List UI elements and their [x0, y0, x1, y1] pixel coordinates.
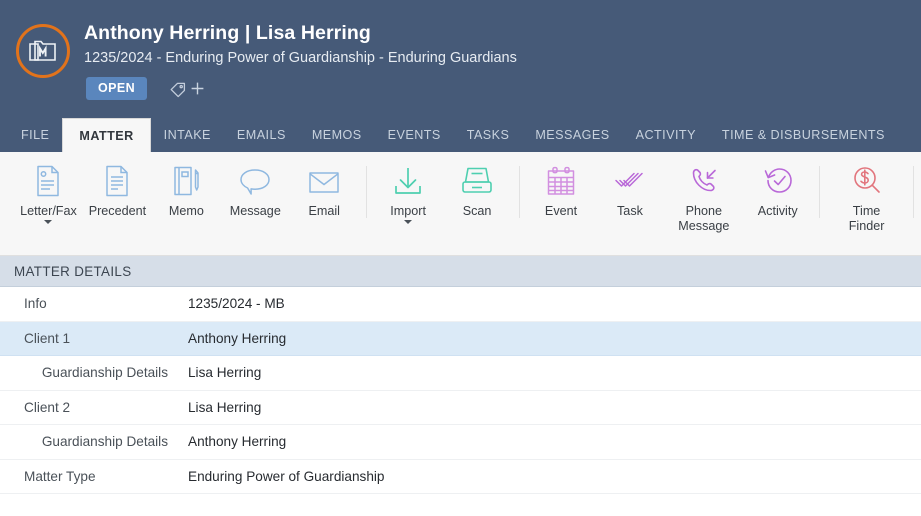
scan-label: Scan	[462, 204, 492, 218]
phone-message-button[interactable]: Phone Message	[664, 152, 743, 234]
memo-button[interactable]: Memo	[152, 152, 221, 219]
phone-message-label: Phone Message	[678, 204, 730, 233]
letter-fax-icon	[33, 162, 63, 200]
table-row[interactable]: Matter Type Enduring Power of Guardiansh…	[0, 460, 921, 494]
tab-messages[interactable]: MESSAGES	[522, 118, 622, 152]
toolbar-separator	[819, 166, 821, 218]
matter-details-list: Info 1235/2024 - MB Client 1 Anthony Her…	[0, 287, 921, 494]
row-value: Anthony Herring	[188, 434, 287, 450]
email-label: Email	[308, 204, 340, 218]
matter-subtitle: 1235/2024 - Enduring Power of Guardiansh…	[84, 50, 517, 66]
task-checkmarks-icon	[613, 162, 647, 200]
time-finder-button[interactable]: Time Finder	[827, 152, 906, 234]
message-label: Message	[229, 204, 281, 218]
import-button[interactable]: Import	[374, 152, 443, 224]
table-row[interactable]: Guardianship Details Anthony Herring	[0, 425, 921, 460]
row-label: Client 1	[24, 330, 71, 346]
phone-incoming-call-icon	[688, 162, 720, 200]
matter-header: Anthony Herring | Lisa Herring 1235/2024…	[0, 0, 921, 118]
table-row[interactable]: Guardianship Details Lisa Herring	[0, 356, 921, 391]
toolbar-separator	[912, 166, 914, 218]
activity-clock-check-icon	[762, 162, 794, 200]
row-value: Enduring Power of Guardianship	[188, 468, 385, 484]
import-label: Import	[390, 204, 426, 218]
task-label: Task	[617, 204, 643, 218]
letter-fax-label: Letter/Fax	[20, 204, 77, 218]
row-value: Lisa Herring	[188, 399, 262, 415]
activity-label: Activity	[757, 204, 798, 218]
row-value: Lisa Herring	[188, 365, 262, 381]
tab-intake[interactable]: INTAKE	[151, 118, 224, 152]
letter-fax-dropdown-caret[interactable]	[44, 220, 53, 224]
memo-label: Memo	[168, 204, 204, 218]
scan-button[interactable]: Scan	[443, 152, 512, 219]
precedent-document-icon	[102, 162, 132, 200]
status-badge[interactable]: OPEN	[86, 77, 148, 100]
import-dropdown-caret[interactable]	[404, 220, 413, 224]
precedent-label: Precedent	[88, 204, 147, 218]
row-label: Info	[24, 296, 47, 312]
task-button[interactable]: Task	[596, 152, 665, 219]
message-button[interactable]: Message	[221, 152, 290, 219]
tab-events[interactable]: EVENTS	[375, 118, 454, 152]
memo-notebook-pencil-icon	[171, 162, 201, 200]
email-envelope-icon	[307, 162, 341, 200]
table-row[interactable]: Info 1235/2024 - MB	[0, 287, 921, 322]
tab-emails[interactable]: EMAILS	[224, 118, 299, 152]
activity-button[interactable]: Activity	[743, 152, 812, 219]
toolbar-separator	[518, 166, 520, 218]
main-tab-bar: FILE MATTER INTAKE EMAILS MEMOS EVENTS T…	[0, 118, 921, 152]
tab-time-and-disbursements[interactable]: TIME & DISBURSEMENTS	[709, 118, 898, 152]
toolbar-separator	[365, 166, 367, 218]
matter-window: Anthony Herring | Lisa Herring 1235/2024…	[0, 0, 921, 516]
tab-activity[interactable]: ACTIVITY	[623, 118, 709, 152]
row-label: Guardianship Details	[41, 365, 168, 381]
tab-file[interactable]: FILE	[8, 118, 62, 152]
row-value: 1235/2024 - MB	[188, 296, 285, 312]
row-label: Guardianship Details	[41, 434, 168, 450]
tab-memos[interactable]: MEMOS	[299, 118, 375, 152]
matter-header-text: Anthony Herring | Lisa Herring 1235/2024…	[84, 20, 911, 69]
time-finder-dollar-magnifier-icon	[851, 162, 883, 200]
scanner-icon	[460, 162, 494, 200]
table-row[interactable]: Client 2 Lisa Herring	[0, 391, 921, 425]
row-label: Matter Type	[24, 468, 96, 484]
tag-controls	[169, 80, 206, 98]
action-toolbar: Letter/Fax Precedent Memo Message Email …	[0, 152, 921, 256]
matter-details-section-header: MATTER DETAILS	[0, 256, 921, 287]
time-finder-label: Time Finder	[848, 204, 885, 233]
add-tag-icon[interactable]	[189, 80, 206, 97]
event-label: Event	[544, 204, 578, 218]
event-button[interactable]: Event	[527, 152, 596, 219]
matter-badge-row: OPEN	[86, 77, 206, 100]
email-button[interactable]: Email	[290, 152, 359, 219]
message-speech-bubble-icon	[238, 162, 272, 200]
import-download-arrow-icon	[392, 162, 424, 200]
tab-matter[interactable]: MATTER	[62, 118, 151, 152]
row-value: Anthony Herring	[188, 330, 287, 346]
matter-folder-m-icon	[16, 24, 70, 78]
tag-icon[interactable]	[169, 80, 187, 98]
table-row[interactable]: Client 1 Anthony Herring	[0, 321, 921, 356]
letter-fax-button[interactable]: Letter/Fax	[14, 152, 83, 224]
tab-tasks[interactable]: TASKS	[454, 118, 523, 152]
precedent-button[interactable]: Precedent	[83, 152, 152, 219]
calendar-event-icon	[545, 162, 577, 200]
page-title: Anthony Herring | Lisa Herring	[84, 22, 371, 44]
row-label: Client 2	[24, 399, 71, 415]
section-title: MATTER DETAILS	[14, 263, 132, 279]
